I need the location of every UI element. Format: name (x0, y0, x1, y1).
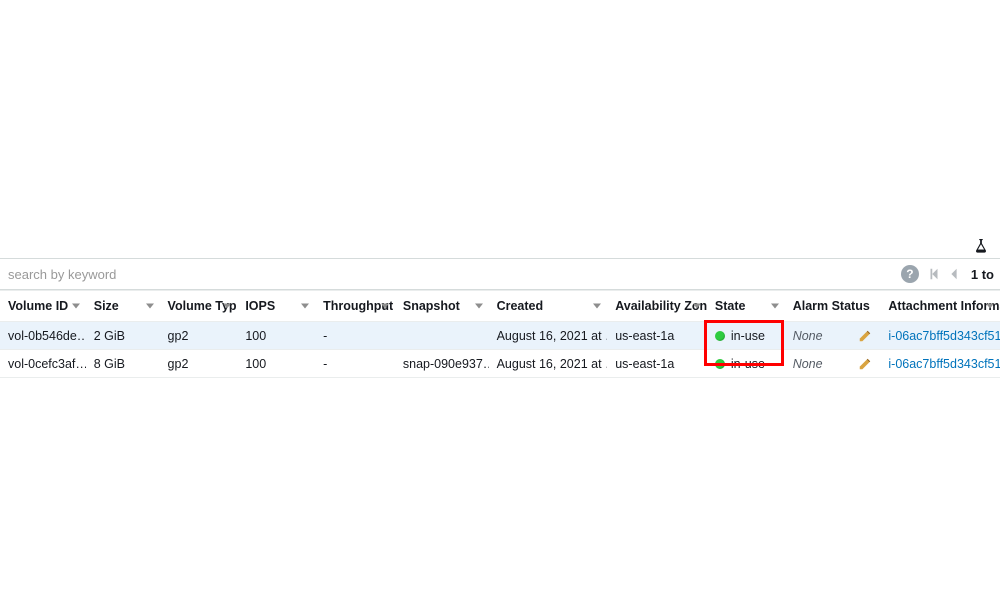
sort-caret-icon (771, 304, 779, 309)
state-text: in-use (731, 357, 765, 371)
col-state-label: State (715, 299, 746, 313)
cell-state: in-use (707, 329, 785, 343)
status-dot-icon (715, 331, 725, 341)
cell-created: August 16, 2021 at … (489, 357, 608, 371)
col-created[interactable]: Created (489, 299, 608, 313)
alarm-text: None (793, 357, 823, 371)
cell-az: us-east-1a (607, 357, 707, 371)
col-size-label: Size (94, 299, 119, 313)
cell-iops: 100 (237, 357, 315, 371)
help-icon[interactable]: ? (901, 265, 919, 283)
sort-caret-icon (146, 304, 154, 309)
cell-state: in-use (707, 357, 785, 371)
search-input[interactable] (0, 259, 893, 289)
sort-caret-icon (986, 304, 994, 309)
first-page-icon[interactable] (927, 267, 941, 281)
sort-caret-icon (693, 304, 701, 309)
page-range-label: 1 to (971, 267, 994, 282)
cell-alarm: None (785, 329, 881, 343)
col-alarm[interactable]: Alarm Status (785, 299, 881, 313)
sort-caret-icon (301, 304, 309, 309)
col-state[interactable]: State (707, 299, 785, 313)
sort-caret-icon (593, 304, 601, 309)
col-alarm-label: Alarm Status (793, 299, 870, 313)
col-volume-type[interactable]: Volume Type (160, 299, 238, 313)
col-iops-label: IOPS (245, 299, 275, 313)
cell-throughput: - (315, 329, 395, 343)
prev-page-icon[interactable] (947, 267, 961, 281)
table-row[interactable]: vol-0b546de… 2 GiB gp2 100 - August 16, … (0, 322, 1000, 350)
col-attach[interactable]: Attachment Information (880, 299, 1000, 313)
cell-created: August 16, 2021 at … (489, 329, 608, 343)
search-bar-row: ? 1 to (0, 258, 1000, 290)
col-size[interactable]: Size (86, 299, 160, 313)
cell-vtype: gp2 (160, 357, 238, 371)
cell-throughput: - (315, 357, 395, 371)
col-snapshot[interactable]: Snapshot (395, 299, 489, 313)
cell-alarm: None (785, 357, 881, 371)
table-row[interactable]: vol-0cefc3af… 8 GiB gp2 100 - snap-090e9… (0, 350, 1000, 378)
col-throughput[interactable]: Throughput (315, 299, 395, 313)
cell-size: 8 GiB (86, 357, 160, 371)
cell-iops: 100 (237, 329, 315, 343)
cell-vtype: gp2 (160, 329, 238, 343)
cell-az: us-east-1a (607, 329, 707, 343)
col-iops[interactable]: IOPS (237, 299, 315, 313)
sort-caret-icon (223, 304, 231, 309)
col-snap-label: Snapshot (403, 299, 460, 313)
sort-caret-icon (381, 304, 389, 309)
col-volume-id[interactable]: Volume ID (0, 299, 86, 313)
cell-attachment[interactable]: i-06ac7bff5d343cf51:… (880, 357, 1000, 371)
alarm-text: None (793, 329, 823, 343)
cell-size: 2 GiB (86, 329, 160, 343)
table-header-row: Volume ID Size Volume Type IOPS Throughp… (0, 290, 1000, 322)
edit-alarm-icon[interactable] (858, 357, 872, 371)
status-dot-icon (715, 359, 725, 369)
pagination: 1 to (927, 267, 994, 282)
cell-snapshot: snap-090e937… (395, 357, 489, 371)
col-attach-label: Attachment Information (888, 299, 1000, 313)
experiment-icon-container (974, 238, 988, 257)
cell-volume-id: vol-0b546de… (0, 329, 86, 343)
volumes-table: Volume ID Size Volume Type IOPS Throughp… (0, 290, 1000, 378)
col-volume-id-label: Volume ID (8, 299, 68, 313)
col-az[interactable]: Availability Zone (607, 299, 707, 313)
cell-attachment[interactable]: i-06ac7bff5d343cf51:… (880, 329, 1000, 343)
sort-caret-icon (72, 304, 80, 309)
cell-volume-id: vol-0cefc3af… (0, 357, 86, 371)
edit-alarm-icon[interactable] (858, 329, 872, 343)
col-created-label: Created (497, 299, 544, 313)
flask-icon[interactable] (974, 238, 988, 254)
state-text: in-use (731, 329, 765, 343)
sort-caret-icon (475, 304, 483, 309)
